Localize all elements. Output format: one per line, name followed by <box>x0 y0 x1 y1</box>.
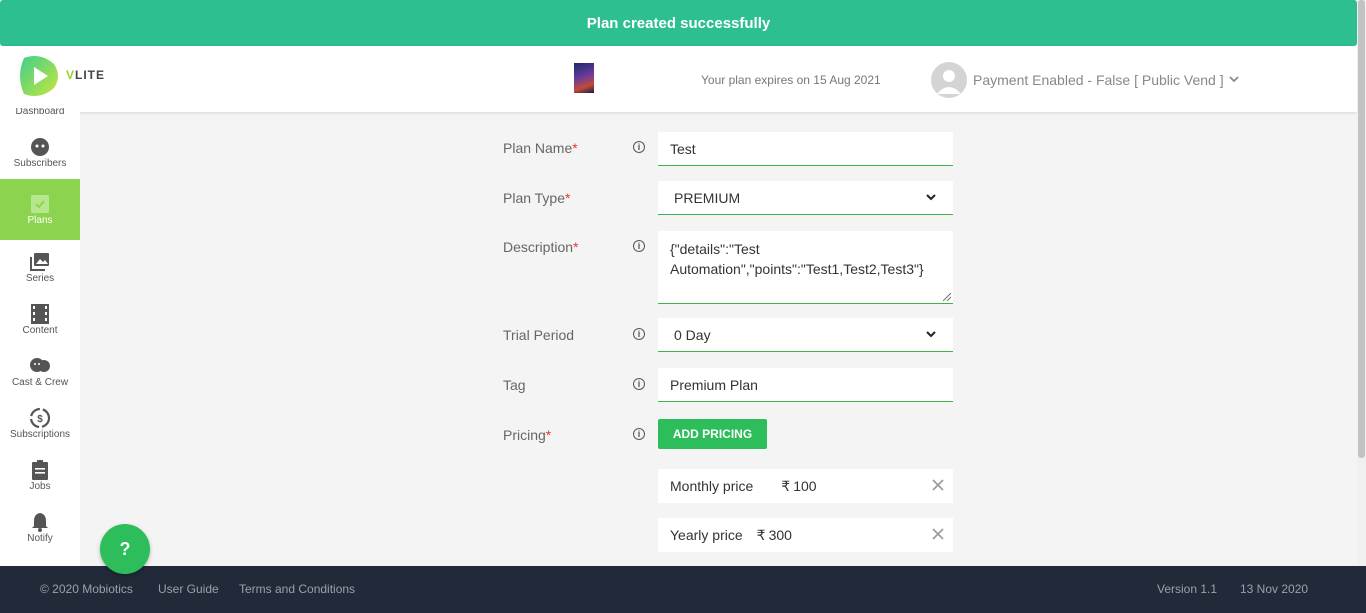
theater-masks-icon <box>29 355 51 377</box>
sidebar-item-label: Content <box>22 325 58 336</box>
face-icon <box>29 136 51 158</box>
sidebar-nav: Dashboard Subscribers Plans Series Conte… <box>0 108 80 566</box>
sidebar-item-label: Notify <box>27 533 53 544</box>
logo-icon[interactable] <box>16 54 62 98</box>
sidebar-item-series[interactable]: Series <box>0 251 80 291</box>
svg-text:$: $ <box>37 414 43 425</box>
plan-type-label: Plan Type* <box>503 190 571 206</box>
sidebar-item-label: Subscriptions <box>9 429 71 440</box>
film-icon <box>29 303 51 325</box>
pricing-info-icon[interactable]: i <box>633 428 645 440</box>
account-menu[interactable]: Payment Enabled - False [ Public Vend ] <box>973 72 1240 88</box>
user-avatar[interactable] <box>931 62 967 98</box>
plan-poster-thumbnail[interactable] <box>574 63 594 93</box>
trial-period-select[interactable]: 0 Day <box>658 318 953 352</box>
sidebar-item-label: Plans <box>27 215 53 226</box>
sidebar-item-cast-crew[interactable]: Cast & Crew <box>0 355 80 395</box>
description-info-icon[interactable]: i <box>633 240 645 252</box>
description-textarea[interactable]: {"details":"Test Automation","points":"T… <box>658 231 953 304</box>
dollar-cycle-icon: $ <box>29 407 51 429</box>
plan-name-input[interactable]: Test <box>658 132 953 166</box>
sidebar-item-label: Jobs <box>29 481 51 492</box>
chevron-down-icon <box>925 190 937 206</box>
sidebar-item-subscribers[interactable]: Subscribers <box>0 136 80 176</box>
plan-expiry-text: Your plan expires on 15 Aug 2021 <box>701 73 881 87</box>
sidebar-item-jobs[interactable]: Jobs <box>0 459 80 499</box>
footer-copyright: © 2020 Mobiotics <box>40 582 133 596</box>
sidebar-item-content[interactable]: Content <box>0 303 80 343</box>
price-amount-input[interactable]: 100 <box>793 478 816 494</box>
sidebar-item-subscriptions[interactable]: $ Subscriptions <box>0 407 80 447</box>
monthly-price-row: Monthly price ₹ 100 <box>658 469 953 503</box>
sidebar-item-dashboard[interactable]: Dashboard <box>0 108 80 120</box>
price-amount-input[interactable]: 300 <box>769 527 792 543</box>
price-label: Yearly price <box>670 527 743 543</box>
photo-library-icon <box>29 251 51 273</box>
user-guide-link[interactable]: User Guide <box>158 582 219 596</box>
plan-type-select[interactable]: PREMIUM <box>658 181 953 215</box>
pricing-label: Pricing* <box>503 427 552 443</box>
sidebar-item-label: Subscribers <box>13 158 67 169</box>
plan-name-label: Plan Name* <box>503 140 578 156</box>
account-label: Payment Enabled - False [ Public Vend ] <box>973 72 1224 88</box>
sidebar-item-plans[interactable]: Plans <box>0 179 80 240</box>
terms-link[interactable]: Terms and Conditions <box>239 582 355 596</box>
currency-symbol: ₹ <box>781 477 791 494</box>
help-button[interactable]: ? <box>100 524 150 574</box>
page-footer: © 2020 Mobiotics User Guide Terms and Co… <box>0 566 1366 613</box>
tag-input[interactable]: Premium Plan <box>658 368 953 402</box>
sidebar-item-label: Series <box>25 273 55 284</box>
footer-version: Version 1.1 <box>1157 582 1218 596</box>
tag-info-icon[interactable]: i <box>633 378 645 390</box>
add-pricing-button[interactable]: ADD PRICING <box>658 419 767 449</box>
resize-handle-icon[interactable] <box>943 293 951 301</box>
bell-icon <box>29 511 51 533</box>
clipboard-icon <box>29 459 51 481</box>
price-label: Monthly price <box>670 478 754 494</box>
top-header: VLITE Your plan expires on 15 Aug 2021 P… <box>0 46 1357 112</box>
sidebar-item-notify[interactable]: Notify <box>0 511 80 551</box>
close-icon[interactable] <box>931 527 945 541</box>
trial-period-info-icon[interactable]: i <box>633 328 645 340</box>
chevron-down-icon <box>925 327 937 343</box>
sidebar-item-label: Dashboard <box>15 108 65 117</box>
description-label: Description* <box>503 239 579 255</box>
tag-label: Tag <box>503 377 526 393</box>
currency-symbol: ₹ <box>756 526 766 543</box>
sidebar-item-label: Cast & Crew <box>11 377 69 388</box>
success-toast: Plan created successfully <box>0 0 1357 46</box>
trial-period-label: Trial Period <box>503 327 575 343</box>
close-icon[interactable] <box>931 478 945 492</box>
plan-name-info-icon[interactable]: i <box>633 141 645 153</box>
checkbox-icon <box>29 193 51 215</box>
footer-date: 13 Nov 2020 <box>1240 582 1309 596</box>
yearly-price-row: Yearly price ₹ 300 <box>658 518 953 552</box>
chevron-down-icon <box>1228 72 1240 88</box>
scrollbar-thumb[interactable] <box>1358 0 1365 458</box>
toast-message: Plan created successfully <box>586 14 771 32</box>
logo-wordmark: VLITE <box>66 68 106 82</box>
